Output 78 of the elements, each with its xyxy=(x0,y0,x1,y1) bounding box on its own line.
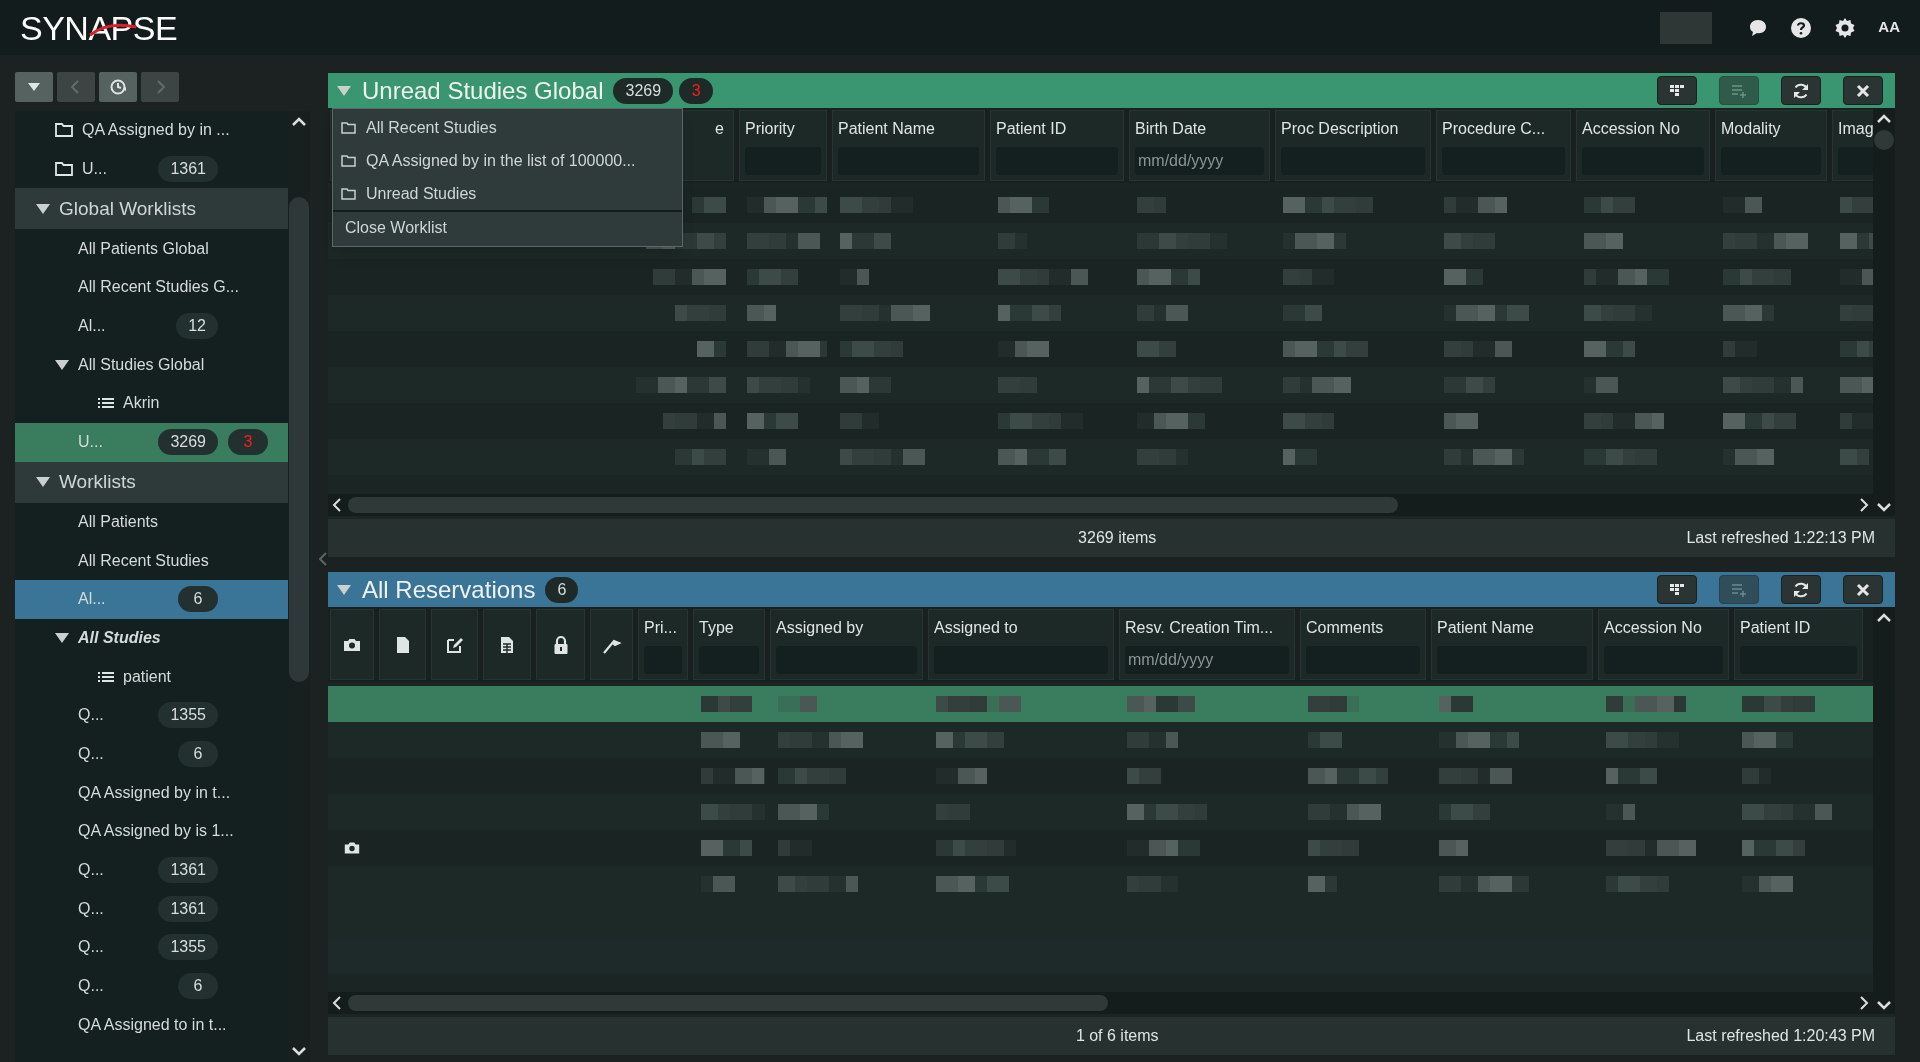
item-label: Global Worklists xyxy=(59,196,197,221)
sidebar-item[interactable]: All Recent Studies xyxy=(15,541,288,580)
sidebar-item[interactable]: Q... 1361 xyxy=(15,850,288,890)
item-label: Q... xyxy=(78,976,105,997)
item-label: Al... xyxy=(78,316,107,337)
count-badge: 1361 xyxy=(158,156,218,183)
font-size-button[interactable]: AA xyxy=(1878,16,1900,39)
sidebar-item[interactable]: Al... 12 xyxy=(15,306,288,346)
sidebar-item[interactable]: Q... 6 xyxy=(15,966,288,1006)
count-badge: 6 xyxy=(178,973,218,1000)
item-label: All Recent Studies G... xyxy=(78,277,239,298)
item-label: QA Assigned by is 1... xyxy=(78,821,234,842)
sidebar-item[interactable]: All Studies Global xyxy=(15,345,288,385)
sidebar-item[interactable]: U... 3269 3 xyxy=(15,422,288,462)
menu-item[interactable]: All Recent Studies xyxy=(333,111,682,144)
logo: SYNAPSE xyxy=(20,10,178,45)
count-badge: 6 xyxy=(545,576,579,603)
sidebar-item[interactable]: All Studies xyxy=(15,618,288,658)
count-badge: 12 xyxy=(176,313,218,340)
item-label: QA Assigned to in t... xyxy=(78,1014,227,1035)
sidebar-item[interactable]: patient xyxy=(15,657,288,696)
count-badge: 1361 xyxy=(158,857,218,884)
count-badge: 1361 xyxy=(158,895,218,922)
sidebar-item[interactable]: Akrin xyxy=(15,384,288,423)
count-badge: 6 xyxy=(178,586,218,613)
count-badge: 3269 xyxy=(158,429,218,456)
item-label: All Recent Studies xyxy=(78,550,210,571)
item-label: Q... xyxy=(78,705,105,726)
item-label: Q... xyxy=(78,937,105,958)
filter-field[interactable]: mm/dd/yyyy xyxy=(1125,646,1289,674)
sidebar-item[interactable]: Al... 6 xyxy=(15,579,288,619)
last-refreshed: Last refreshed 1:22:13 PM xyxy=(1686,528,1875,548)
item-count: 1 of 6 items xyxy=(1074,1026,1159,1046)
sidebar-item[interactable]: QA Assigned by in t... xyxy=(15,773,288,812)
count-badge: 3269 xyxy=(613,77,674,104)
last-refreshed: Last refreshed 1:20:43 PM xyxy=(1686,1026,1875,1046)
item-label: Al... xyxy=(78,589,107,610)
item-label: All Studies Global xyxy=(78,354,206,375)
item-label: All Patients Global xyxy=(78,238,210,259)
item-label: QA Assigned by in t... xyxy=(78,782,231,803)
sidebar-item[interactable]: Q... 6 xyxy=(15,734,288,774)
count-badge: 1355 xyxy=(158,934,218,961)
item-label: Q... xyxy=(78,898,105,919)
item-label: U... xyxy=(82,159,108,180)
sidebar-item[interactable]: U... 1361 xyxy=(15,149,288,189)
item-label: QA Assigned by in ... xyxy=(82,120,230,141)
sidebar-item[interactable]: Q... 1355 xyxy=(15,695,288,735)
sidebar-item[interactable]: QA Assigned by in ... xyxy=(15,111,288,150)
item-label: All Studies xyxy=(78,627,162,648)
filter-field[interactable]: mm/dd/yyyy xyxy=(1135,147,1264,175)
item-label: All Patients xyxy=(78,511,160,532)
menu-item[interactable]: QA Assigned by in the list of 100000... xyxy=(333,144,682,177)
sidebar-item[interactable]: QA Assigned to in t... xyxy=(15,1005,288,1045)
sidebar-item[interactable]: All Patients xyxy=(15,502,288,542)
item-label: U... xyxy=(78,432,104,453)
sidebar-item[interactable]: Q... 1361 xyxy=(15,889,288,929)
column-header[interactable]: Resv. Creation Tim... xyxy=(1125,616,1289,640)
item-label: Q... xyxy=(78,860,105,881)
sidebar-item[interactable]: Q... 1355 xyxy=(15,928,288,967)
item-label: Q... xyxy=(78,743,105,764)
item-label: patient xyxy=(123,666,173,687)
group-header[interactable]: Global Worklists xyxy=(15,188,288,230)
column-header[interactable]: Birth Date xyxy=(1135,117,1264,141)
alert-badge: 3 xyxy=(679,77,714,104)
sidebar-item[interactable]: QA Assigned by is 1... xyxy=(15,812,288,851)
panel-title: All Reservations xyxy=(362,574,536,605)
count-badge: 1355 xyxy=(158,702,218,729)
menu-item[interactable]: Unread Studies xyxy=(333,177,682,210)
item-label: Akrin xyxy=(123,393,161,414)
sidebar-item[interactable]: All Patients Global xyxy=(15,229,288,269)
item-label: Worklists xyxy=(59,469,137,494)
column-header[interactable]: e xyxy=(715,117,728,141)
count-badge: 6 xyxy=(178,740,218,767)
group-header[interactable]: Worklists xyxy=(15,461,288,503)
sidebar-item[interactable]: All Recent Studies G... xyxy=(15,268,288,307)
item-count: 3269 items xyxy=(1077,528,1157,548)
alert-badge: 3 xyxy=(228,429,268,456)
panel-title: Unread Studies Global xyxy=(362,75,604,106)
